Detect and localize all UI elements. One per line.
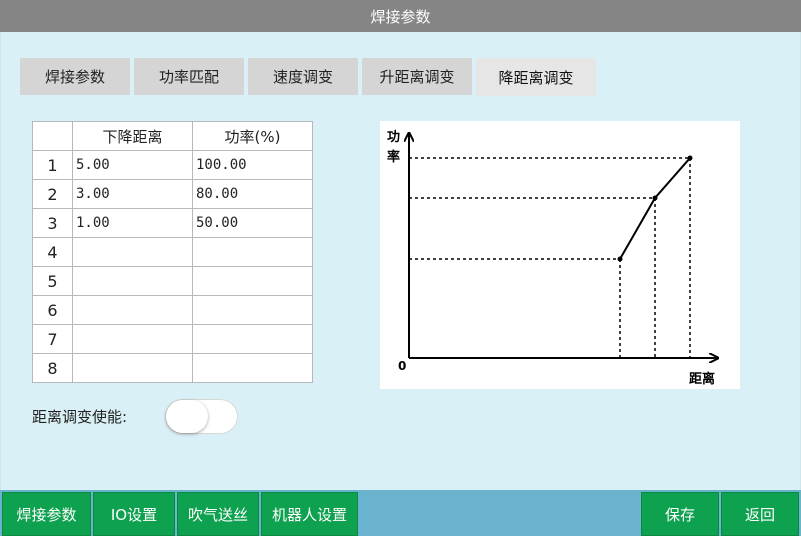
power-cell[interactable]: [192, 295, 313, 325]
distance-cell[interactable]: [72, 295, 193, 325]
distance-cell[interactable]: 5.00: [72, 150, 193, 180]
tab-rise-distance-modulation[interactable]: 升距离调变: [362, 58, 472, 95]
table-row: 5: [32, 266, 313, 296]
table-header-row: 下降距离 功率(%): [32, 121, 313, 151]
toggle-knob: [166, 400, 208, 433]
nav-blow-feed-button[interactable]: 吹气送丝: [177, 492, 259, 536]
curve-point-high: [687, 155, 693, 161]
y-axis-label-line1: 功: [387, 130, 400, 145]
power-cell[interactable]: [192, 353, 313, 383]
x-axis-label: 距离: [689, 371, 715, 387]
distance-cell[interactable]: [72, 324, 193, 354]
window-title: 焊接参数: [370, 7, 431, 26]
distance-modulation-enable-toggle[interactable]: [165, 399, 238, 434]
guide-lines: [409, 157, 691, 358]
nav-robot-settings-button[interactable]: 机器人设置: [261, 492, 358, 536]
row-index: 7: [32, 324, 73, 354]
save-button[interactable]: 保存: [641, 492, 719, 536]
diagram-svg: 功 率 0 距离: [387, 130, 740, 387]
power-cell[interactable]: 50.00: [192, 208, 313, 238]
column-header-power: 功率(%): [192, 121, 313, 151]
tab-power-match[interactable]: 功率匹配: [134, 58, 244, 95]
row-index: 5: [32, 266, 73, 296]
row-index: 6: [32, 295, 73, 325]
power-cell[interactable]: 80.00: [192, 179, 313, 209]
row-index: 2: [32, 179, 73, 209]
row-index: 8: [32, 353, 73, 383]
table-row: 6: [32, 295, 313, 325]
distance-cell[interactable]: [72, 266, 193, 296]
column-header-distance: 下降距离: [72, 121, 193, 151]
title-bar: 焊接参数: [0, 0, 801, 32]
origin-label: 0: [398, 359, 406, 373]
tab-weld-params[interactable]: 焊接参数: [20, 58, 130, 95]
power-cell[interactable]: [192, 237, 313, 267]
distance-cell[interactable]: [72, 353, 193, 383]
table-row: 8: [32, 353, 313, 383]
curve-point-low: [617, 256, 623, 262]
power-cell[interactable]: [192, 266, 313, 296]
distance-cell[interactable]: 3.00: [72, 179, 193, 209]
tab-bar: 焊接参数 功率匹配 速度调变 升距离调变 降距离调变: [20, 58, 600, 96]
tab-fall-distance-modulation[interactable]: 降距离调变: [476, 58, 596, 96]
row-index: 1: [32, 150, 73, 180]
curve-point-mid: [652, 195, 658, 201]
distance-modulation-enable-label: 距离调变使能:: [32, 408, 128, 426]
row-index: 3: [32, 208, 73, 238]
row-index: 4: [32, 237, 73, 267]
table-row: 4: [32, 237, 313, 267]
power-distance-diagram: 功 率 0 距离: [380, 121, 740, 389]
y-axis-label-line2: 率: [387, 149, 400, 165]
distance-power-table: 下降距离 功率(%) 1 5.00 100.00 2 3.00 80.00 3 …: [32, 121, 313, 383]
power-cell[interactable]: 100.00: [192, 150, 313, 180]
distance-cell[interactable]: [72, 237, 193, 267]
back-button[interactable]: 返回: [721, 492, 799, 536]
nav-weld-params-button[interactable]: 焊接参数: [2, 492, 91, 536]
table-corner: [32, 121, 73, 151]
table-row: 2 3.00 80.00: [32, 179, 313, 209]
table-row: 1 5.00 100.00: [32, 150, 313, 180]
tab-speed-modulation[interactable]: 速度调变: [248, 58, 358, 95]
nav-io-settings-button[interactable]: IO设置: [93, 492, 175, 536]
power-cell[interactable]: [192, 324, 313, 354]
distance-cell[interactable]: 1.00: [72, 208, 193, 238]
table-row: 7: [32, 324, 313, 354]
power-curve: [619, 157, 691, 260]
table-row: 3 1.00 50.00: [32, 208, 313, 238]
